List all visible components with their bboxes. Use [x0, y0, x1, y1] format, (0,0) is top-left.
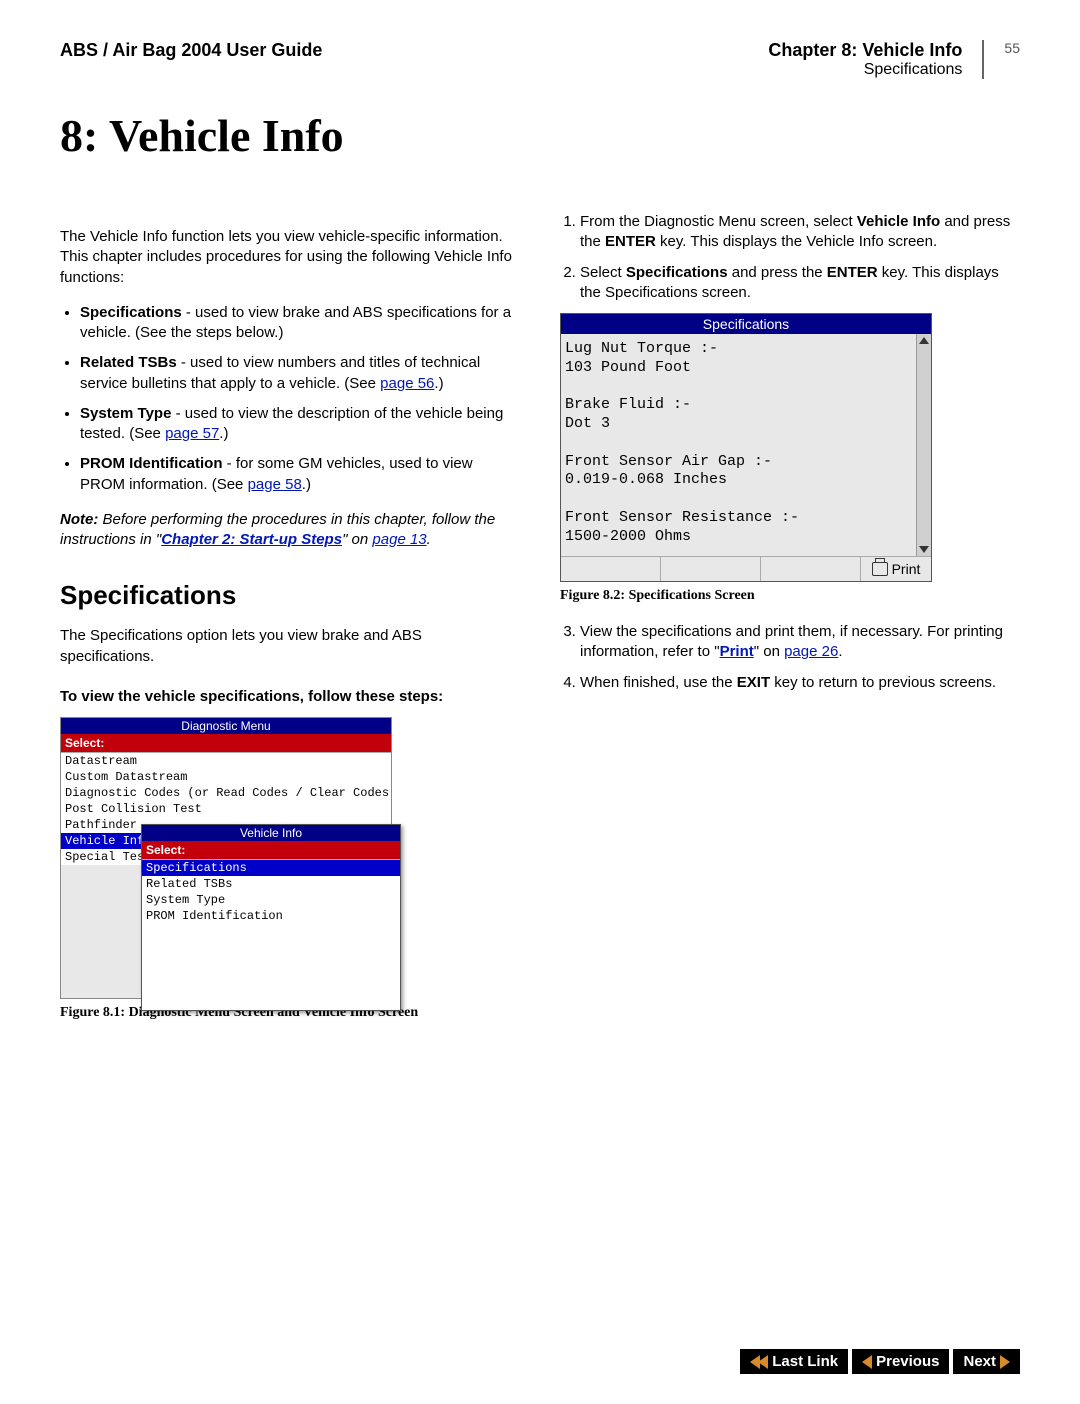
nav-bar: Last Link Previous Next: [0, 1339, 1080, 1404]
link-page-26[interactable]: page 26: [784, 643, 838, 660]
vehicle-info-title: Vehicle Info: [142, 825, 400, 841]
double-arrow-left-icon: [758, 1355, 768, 1369]
function-bullet-list: Specifications - used to view brake and …: [60, 303, 520, 495]
chapter-name: Chapter 8: Vehicle Info: [768, 40, 962, 61]
link-page-57[interactable]: page 57: [165, 425, 219, 442]
page-number: 55: [984, 40, 1020, 56]
submenu-item-prom-identification[interactable]: PROM Identification: [142, 908, 400, 924]
link-chapter-2[interactable]: Chapter 2: Start-up Steps: [161, 531, 342, 548]
step-3: View the specifications and print them, …: [580, 622, 1020, 663]
scrollbar[interactable]: [916, 334, 931, 556]
diagnostic-menu-title: Diagnostic Menu: [61, 718, 391, 734]
previous-button[interactable]: Previous: [852, 1349, 949, 1374]
arrow-left-icon: [862, 1355, 872, 1369]
procedure-steps-cont: View the specifications and print them, …: [560, 622, 1020, 693]
step-2: Select Specifications and press the ENTE…: [580, 263, 1020, 304]
specifications-screen-figure: Specifications Lug Nut Torque :- 103 Pou…: [560, 313, 932, 582]
diagnostic-menu-figure: Diagnostic Menu Select: Datastream Custo…: [60, 717, 392, 999]
footer-cell: [561, 557, 661, 581]
menu-item-post-collision[interactable]: Post Collision Test: [61, 801, 391, 817]
spec-screen-title: Specifications: [561, 314, 931, 334]
menu-item-custom-datastream[interactable]: Custom Datastream: [61, 769, 391, 785]
step-1: From the Diagnostic Menu screen, select …: [580, 212, 1020, 253]
guide-title: ABS / Air Bag 2004 User Guide: [60, 40, 768, 61]
bullet-related-tsbs: Related TSBs - used to view numbers and …: [80, 353, 520, 394]
bullet-system-type: System Type - used to view the descripti…: [80, 404, 520, 445]
print-button[interactable]: Print: [861, 557, 931, 581]
next-button[interactable]: Next: [953, 1349, 1020, 1374]
arrow-right-icon: [1000, 1355, 1010, 1369]
section-name: Specifications: [768, 61, 962, 79]
bullet-prom-identification: PROM Identification - for some GM vehicl…: [80, 454, 520, 495]
print-label: Print: [892, 561, 921, 577]
intro-paragraph: The Vehicle Info function lets you view …: [60, 227, 520, 288]
note-paragraph: Note: Before performing the procedures i…: [60, 510, 520, 551]
specifications-heading: Specifications: [60, 580, 520, 611]
link-page-56[interactable]: page 56: [380, 375, 434, 392]
submenu-item-related-tsbs[interactable]: Related TSBs: [142, 876, 400, 892]
submenu-select-bar: Select:: [142, 841, 400, 859]
menu-item-diagnostic-codes[interactable]: Diagnostic Codes (or Read Codes / Clear …: [61, 785, 391, 801]
figure-8-2-caption: Figure 8.2: Specifications Screen: [560, 588, 1020, 604]
link-print[interactable]: Print: [720, 643, 754, 660]
spec-screen-body: Lug Nut Torque :- 103 Pound Foot Brake F…: [561, 334, 931, 556]
procedure-steps: From the Diagnostic Menu screen, select …: [560, 212, 1020, 303]
select-bar: Select:: [61, 734, 391, 752]
left-column: The Vehicle Info function lets you view …: [60, 212, 520, 1039]
chapter-title: 8: Vehicle Info: [60, 109, 1020, 162]
menu-item-datastream[interactable]: Datastream: [61, 753, 391, 769]
link-page-13[interactable]: page 13: [372, 531, 426, 548]
footer-cell: [661, 557, 761, 581]
page-header: ABS / Air Bag 2004 User Guide Chapter 8:…: [60, 40, 1020, 79]
vehicle-info-list: Specifications Related TSBs System Type …: [142, 859, 400, 1010]
submenu-item-specifications[interactable]: Specifications: [142, 860, 400, 876]
last-link-button[interactable]: Last Link: [740, 1349, 848, 1374]
vehicle-info-submenu: Vehicle Info Select: Specifications Rela…: [141, 824, 401, 1011]
step-4: When finished, use the EXIT key to retur…: [580, 673, 1020, 693]
bullet-specifications: Specifications - used to view brake and …: [80, 303, 520, 344]
spec-screen-footer: Print: [561, 556, 931, 581]
footer-cell: [761, 557, 861, 581]
steps-lead-in: To view the vehicle specifications, foll…: [60, 687, 520, 707]
chapter-header: Chapter 8: Vehicle Info Specifications: [768, 40, 984, 79]
printer-icon: [872, 562, 888, 576]
specifications-intro: The Specifications option lets you view …: [60, 626, 520, 667]
link-page-58[interactable]: page 58: [248, 476, 302, 493]
submenu-item-system-type[interactable]: System Type: [142, 892, 400, 908]
right-column: From the Diagnostic Menu screen, select …: [560, 212, 1020, 1039]
